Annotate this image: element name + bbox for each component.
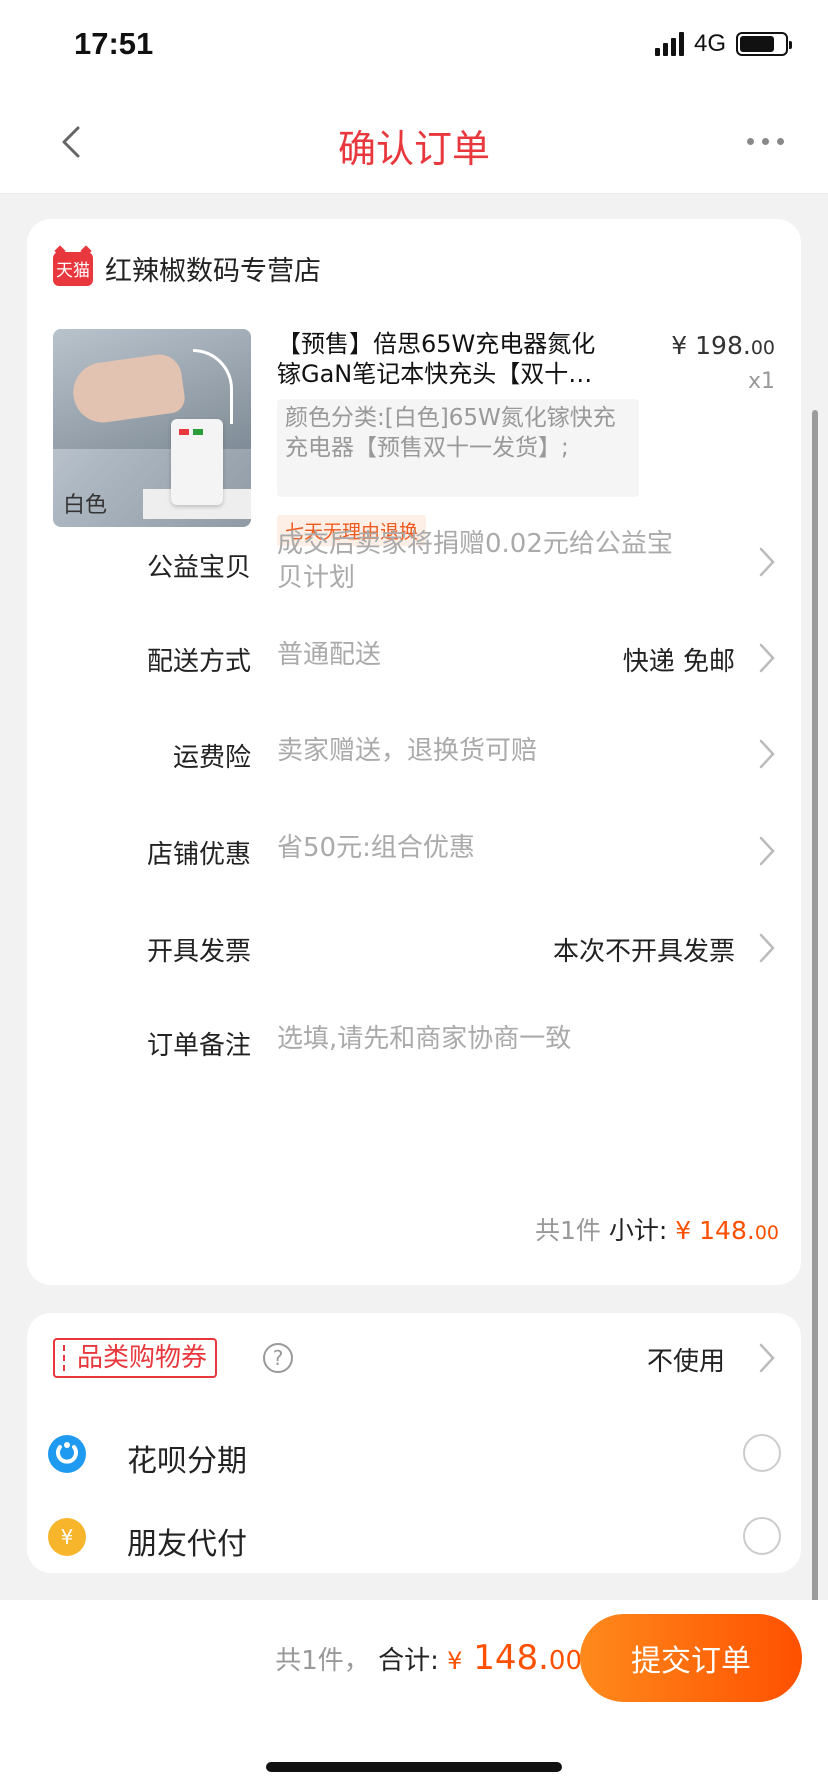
page-title: 确认订单 [337,127,490,171]
delivery-method: 快递 免邮 [622,647,735,677]
note-row: 订单备注 选填,请先和商家协商一致 [27,1022,801,1065]
chevron-right-icon[interactable] [757,1341,777,1375]
shop-header[interactable]: 天猫 红辣椒数码专营店 [53,249,321,288]
invoice-value: 本次不开具发票 [552,937,735,967]
product-image[interactable]: 白色 [53,329,251,527]
status-bar: 17:51 4G [0,0,828,92]
total-amount: ¥ 148.00 [447,1638,582,1678]
battery-icon [736,32,792,56]
network-type: 4G [693,30,726,57]
subtotal-label: 小计: [608,1216,668,1245]
shop-name: 红辣椒数码专营店 [105,256,321,287]
friend-pay-radio[interactable] [743,1517,781,1555]
navbar: 确认订单 [0,92,828,194]
product-title[interactable]: 【预售】倍思65W充电器氮化镓GaN笔记本快充头【双十… [277,329,607,389]
chevron-right-icon [759,739,775,769]
discount-label: 店铺优惠 [146,840,251,870]
product-price: ¥ 198.00 [671,331,775,360]
discount-value: 省50元:组合优惠 [277,833,475,863]
subtotal: 共1件 小计: ¥ 148.00 [535,1211,779,1247]
shop-discount-row[interactable]: 店铺优惠 省50元:组合优惠 [27,833,801,874]
payment-option-huabei[interactable]: 花呗分期 [47,1428,787,1479]
insurance-label: 运费险 [172,743,251,773]
subtotal-amount: ¥ 148.00 [675,1216,779,1245]
insurance-value: 卖家赠送，退换货可赔 [277,736,538,766]
invoice-row[interactable]: 开具发票 本次不开具发票 [27,931,801,971]
subtotal-count: 共1件 [535,1216,601,1245]
chevron-right-icon [759,836,775,866]
charity-value: 成交后卖家将捐赠0.02元给公益宝贝计划 [277,529,673,593]
product-sku[interactable]: 颜色分类:[白色]65W氮化镓快充充电器【预售双十一发货】; [277,399,639,497]
submit-order-button[interactable]: 提交订单 [580,1614,802,1702]
status-time: 17:51 [74,26,154,61]
svg-text:¥: ¥ [61,1525,74,1549]
huabei-radio[interactable] [743,1434,781,1472]
note-label: 订单备注 [146,1031,251,1061]
invoice-label: 开具发票 [146,937,251,967]
coupon-value[interactable]: 不使用 [647,1341,725,1378]
note-input[interactable]: 选填,请先和商家协商一致 [277,1022,571,1056]
total-count: 共1件， [275,1646,370,1676]
delivery-label: 配送方式 [146,647,251,677]
delivery-row[interactable]: 配送方式 普通配送 快递 免邮 [27,640,801,681]
product-quantity: x1 [747,369,775,394]
charity-row[interactable]: 公益宝贝 成交后卖家将捐赠0.02元给公益宝贝计划 [27,527,801,597]
total-label: 合计: [378,1646,439,1676]
huabei-icon [48,1435,86,1473]
chevron-right-icon [759,643,775,673]
yuan-coin-icon: ¥ [48,1518,86,1556]
product-image-label: 白色 [63,493,108,518]
payment-card: 品类购物券 ? 不使用 花呗分期 ¥ 朋友代付 [27,1313,801,1573]
home-indicator[interactable] [266,1762,562,1772]
insurance-row[interactable]: 运费险 卖家赠送，退换货可赔 [27,736,801,777]
charity-label: 公益宝贝 [146,553,251,583]
order-total: 共1件， 合计: ¥ 148.00 [275,1638,582,1678]
order-card: 天猫 红辣椒数码专营店 白色 【预售】倍思65W充电器氮化镓GaN笔记本快充头【… [27,219,801,1285]
signal-icon [654,32,684,56]
tmall-icon: 天猫 [53,251,93,286]
scrollbar[interactable] [812,410,818,1645]
chevron-right-icon [759,547,775,577]
payment-option-friend[interactable]: ¥ 朋友代付 [47,1511,787,1562]
more-icon[interactable] [747,138,784,145]
coupon-tag: 品类购物券 [53,1338,218,1378]
delivery-value: 普通配送 [277,640,382,670]
payment-label: 花呗分期 [127,1444,247,1479]
payment-label: 朋友代付 [127,1527,247,1562]
chevron-right-icon [759,933,775,963]
help-icon[interactable]: ? [263,1343,293,1373]
